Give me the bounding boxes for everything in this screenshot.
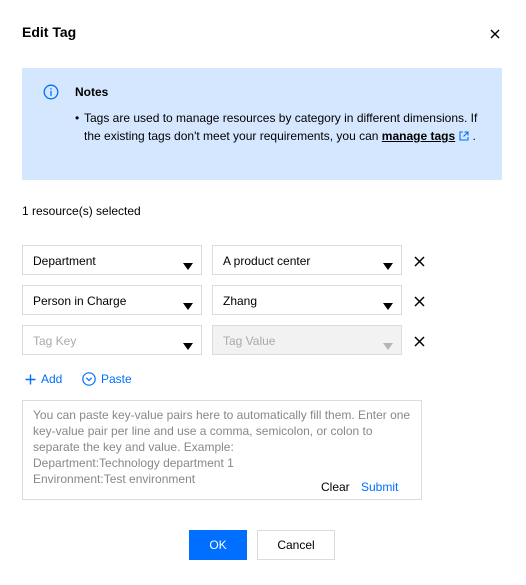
tag-value-select: Tag Value [212, 325, 402, 355]
caret-down-icon [383, 257, 393, 270]
info-icon [43, 84, 59, 100]
paste-label: Paste [101, 372, 132, 386]
cancel-button[interactable]: Cancel [257, 530, 335, 560]
paste-textarea[interactable]: You can paste key-value pairs here to au… [22, 400, 422, 500]
tag-key-select[interactable]: Department [22, 245, 202, 275]
add-label: Add [41, 372, 63, 386]
selected-count: 1 resource(s) selected [22, 204, 141, 218]
tag-key-value: Department [33, 254, 96, 268]
tag-value-value: Zhang [223, 294, 258, 308]
tag-key-placeholder: Tag Key [33, 334, 77, 348]
caret-down-icon [183, 257, 193, 270]
tag-value-select[interactable]: A product center [212, 245, 402, 275]
bullet-dot: • [75, 111, 80, 125]
paste-placeholder: You can paste key-value pairs here to au… [33, 408, 411, 486]
tag-value-placeholder: Tag Value [223, 334, 276, 348]
notes-banner: Notes • Tags are used to manage resource… [22, 68, 502, 180]
edit-tag-dialog: Edit Tag Notes • Tags are used to manage… [0, 0, 526, 585]
ok-button[interactable]: OK [189, 530, 247, 560]
notes-title: Notes [75, 85, 109, 99]
paste-button[interactable]: Paste [82, 372, 132, 386]
add-tag-button[interactable]: Add [25, 372, 62, 386]
remove-row-icon[interactable] [414, 294, 425, 307]
plus-icon [25, 374, 36, 384]
tag-value-select[interactable]: Zhang [212, 285, 402, 315]
caret-down-icon [383, 337, 393, 350]
tag-key-select[interactable]: Tag Key [22, 325, 202, 355]
tag-key-value: Person in Charge [33, 294, 127, 308]
external-link-icon[interactable] [459, 128, 469, 141]
clear-button[interactable]: Clear [321, 480, 350, 494]
tag-value-value: A product center [223, 254, 311, 268]
tag-key-select[interactable]: Person in Charge [22, 285, 202, 315]
remove-row-icon[interactable] [414, 254, 425, 267]
caret-down-icon [183, 337, 193, 350]
manage-tags-link[interactable]: manage tags [382, 129, 455, 143]
caret-down-icon [183, 297, 193, 310]
chevron-circle-icon [82, 372, 96, 386]
remove-row-icon[interactable] [414, 334, 425, 347]
notes-text: Tags are used to manage resources by cat… [84, 109, 484, 145]
caret-down-icon [383, 297, 393, 310]
close-icon[interactable] [488, 27, 502, 41]
submit-button[interactable]: Submit [361, 480, 398, 494]
dialog-title: Edit Tag [22, 24, 77, 40]
notes-period: . [472, 129, 476, 143]
